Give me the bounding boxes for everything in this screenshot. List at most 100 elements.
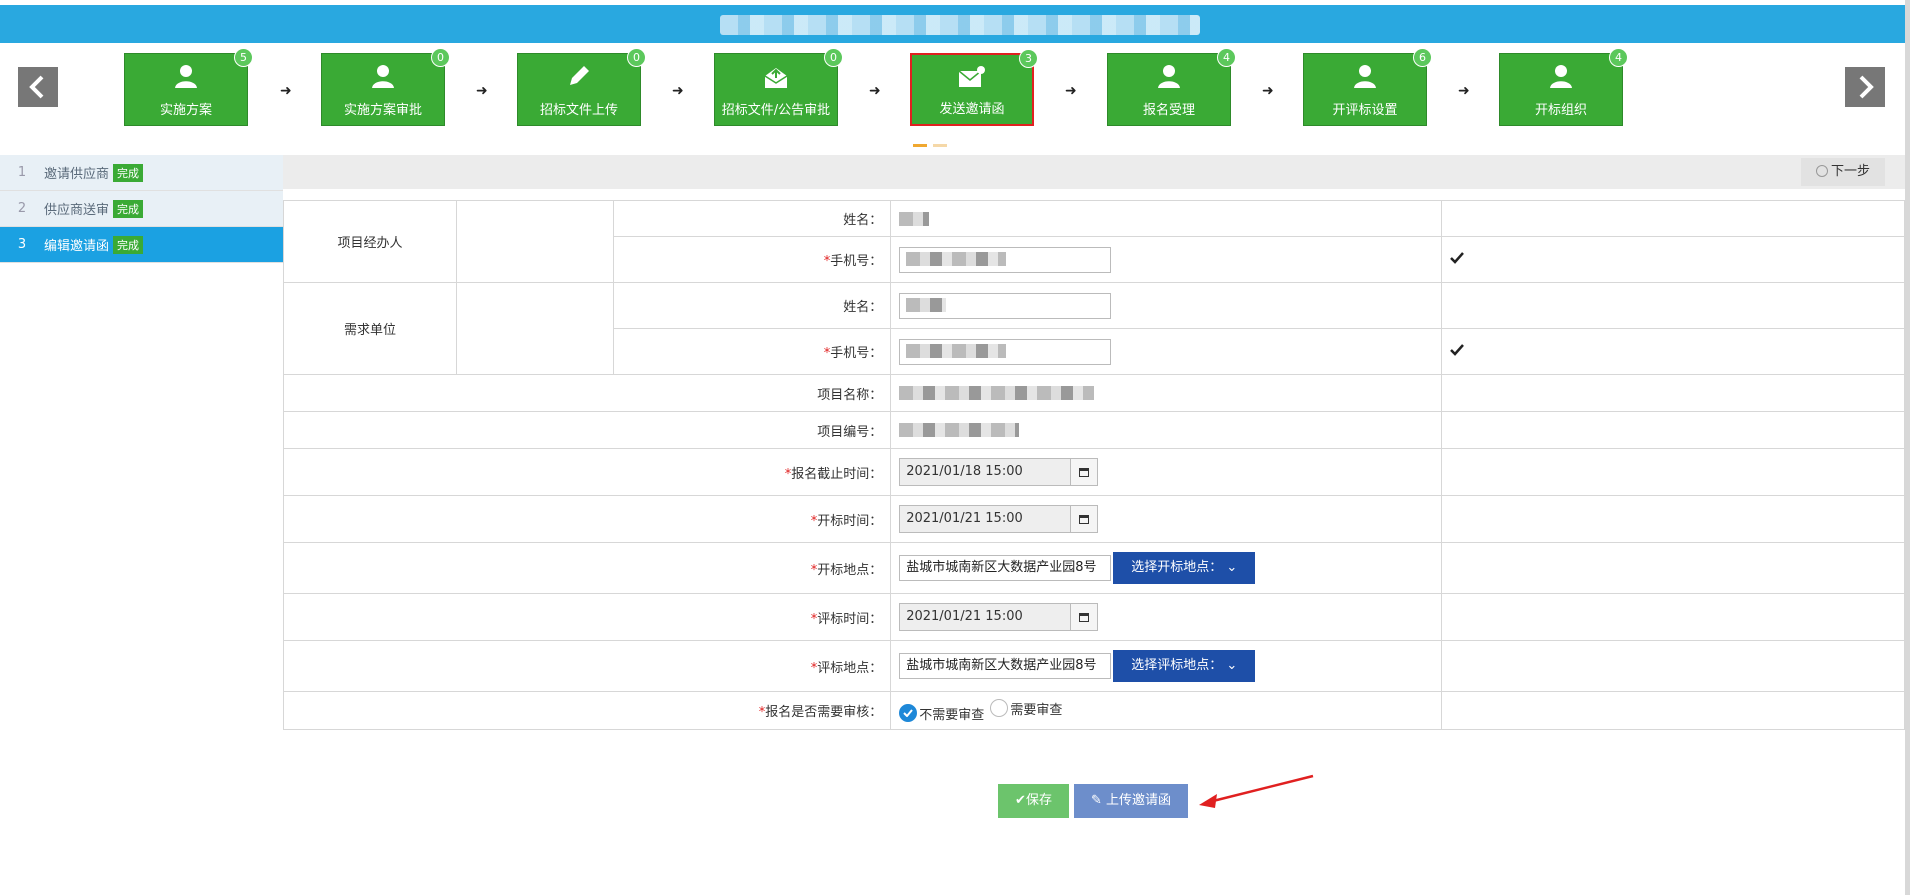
- project-no-value: [899, 423, 1020, 437]
- open-time-picker[interactable]: 2021/01/21 15:00: [899, 505, 1099, 533]
- check-icon: [1449, 343, 1464, 356]
- select-eval-place-label: 选择评标地点：: [1131, 658, 1223, 673]
- mail-upload-icon: [764, 68, 788, 88]
- calendar-icon[interactable]: [1070, 604, 1098, 630]
- upload-invitation-button[interactable]: ✎ 上传邀请函: [1074, 784, 1188, 818]
- eval-place-input[interactable]: 盐城市城南新区大数据产业园8号: [899, 653, 1112, 679]
- save-button[interactable]: ✔保存: [998, 784, 1069, 818]
- step-label: 实施方案: [159, 103, 212, 118]
- user-icon: [1354, 65, 1376, 88]
- check-icon: [1449, 251, 1464, 264]
- radio-no-review[interactable]: 不需要审查: [899, 704, 984, 723]
- step-label: 发送邀请函: [939, 102, 1005, 117]
- arrow-right-icon: ➜: [672, 83, 684, 99]
- step-number: 3: [17, 237, 27, 252]
- step-badge: 4: [1217, 48, 1236, 67]
- next-step-label: 下一步: [1830, 164, 1870, 179]
- workflow-step-4[interactable]: 招标文件/公告审批 0: [714, 48, 843, 126]
- step-label: 招标文件上传: [539, 103, 618, 118]
- project-name-value: [899, 386, 1095, 400]
- select-open-place-button[interactable]: 选择开标地点： ⌄: [1113, 552, 1256, 584]
- manager-phone-label: *手机号：: [613, 236, 892, 283]
- group-spacer: [455, 200, 615, 283]
- step-badge: 6: [1413, 48, 1432, 67]
- step-badge: 5: [234, 48, 253, 67]
- next-step-button[interactable]: 下一步: [1801, 158, 1885, 186]
- workflow-bar: 实施方案 5 ➜ 实施方案审批 0 ➜ 招标文件上传 0 ➜ 招标文件/公告审批…: [0, 43, 1905, 147]
- eval-time-picker[interactable]: 2021/01/21 15:00: [899, 603, 1099, 631]
- calendar-icon[interactable]: [1070, 459, 1098, 485]
- open-time-label: *开标时间：: [282, 495, 892, 543]
- mail-send-icon: [958, 66, 985, 87]
- sidebar-item-edit-invitation[interactable]: 3 编辑邀请函 完成: [0, 227, 283, 263]
- sidebar-item-label: 供应商送审: [44, 203, 110, 218]
- project-no-label: 项目编号：: [282, 411, 892, 449]
- arrow-right-icon: ➜: [476, 83, 488, 99]
- open-place-input[interactable]: 盐城市城南新区大数据产业园8号: [899, 555, 1112, 581]
- arrow-circle-icon: [1815, 164, 1828, 177]
- step-label: 实施方案审批: [343, 103, 422, 118]
- radio-unchecked-icon: [990, 699, 1009, 717]
- annotation-arrow: [1199, 774, 1314, 808]
- signup-deadline-label: *报名截止时间：: [282, 448, 892, 496]
- arrow-right-icon: ➜: [869, 83, 881, 99]
- step-label: 报名受理: [1142, 103, 1195, 118]
- workflow-step-5[interactable]: 发送邀请函 3: [910, 49, 1038, 126]
- signup-deadline-input[interactable]: 2021/01/18 15:00: [900, 459, 1071, 485]
- select-eval-place-button[interactable]: 选择评标地点： ⌄: [1113, 650, 1256, 682]
- workflow-step-3[interactable]: 招标文件上传 0: [517, 48, 646, 126]
- step-badge: 4: [1609, 48, 1628, 67]
- scrollbar[interactable]: [1905, 0, 1910, 895]
- dept-phone-input[interactable]: [899, 338, 1112, 365]
- arrow-right-icon: ➜: [280, 83, 292, 99]
- status-badge: 完成: [113, 163, 144, 182]
- project-name-label: 项目名称：: [282, 374, 892, 412]
- arrow-right-icon: ➜: [1262, 83, 1274, 99]
- workflow-step-6[interactable]: 报名受理 4: [1107, 48, 1236, 126]
- check-icon: ✔: [1015, 793, 1026, 808]
- open-time-input[interactable]: 2021/01/21 15:00: [900, 506, 1071, 532]
- signup-deadline-picker[interactable]: 2021/01/18 15:00: [899, 458, 1099, 486]
- manager-phone-input[interactable]: [899, 246, 1112, 273]
- arrow-right-icon: ➜: [1065, 83, 1077, 99]
- top-banner: [0, 5, 1905, 43]
- workflow-prev-button[interactable]: [18, 67, 58, 107]
- chevron-left-icon: [29, 75, 44, 99]
- group-spacer: [455, 282, 615, 375]
- workflow-step-7[interactable]: 开评标设置 6: [1303, 48, 1432, 126]
- workflow-next-button[interactable]: [1845, 67, 1885, 107]
- group-manager: 项目经办人: [283, 200, 457, 283]
- arrow-right-icon: ➜: [1458, 83, 1470, 99]
- edit-icon: ✎: [1090, 793, 1102, 808]
- step-label: 开评标设置: [1332, 103, 1398, 118]
- eval-time-input[interactable]: 2021/01/21 15:00: [900, 604, 1071, 630]
- dept-phone-label: *手机号：: [613, 328, 892, 375]
- user-icon: [175, 65, 197, 88]
- chevron-down-icon: ⌄: [1226, 658, 1238, 673]
- radio-need-review[interactable]: 需要审查: [990, 699, 1062, 718]
- status-badge: 完成: [113, 235, 144, 254]
- user-icon: [1550, 65, 1572, 88]
- eval-time-label: *评标时间：: [282, 593, 892, 641]
- step-label: 开标组织: [1534, 103, 1587, 118]
- workflow-step-1[interactable]: 实施方案 5: [124, 48, 253, 126]
- radio-checked-icon: [899, 704, 918, 722]
- eval-place-label: *评标地点：: [282, 640, 892, 692]
- dept-name-input[interactable]: [899, 292, 1112, 319]
- pencil-icon: [570, 66, 589, 85]
- save-label: 保存: [1025, 793, 1052, 808]
- step-badge: 0: [824, 48, 843, 67]
- chevron-right-icon: [1859, 75, 1874, 99]
- dept-name-label: 姓名：: [613, 282, 892, 329]
- sidebar: 1 邀请供应商 完成 2 供应商送审 完成 3 编辑邀请函 完成: [0, 155, 283, 263]
- sidebar-item-label: 邀请供应商: [44, 167, 110, 182]
- calendar-icon[interactable]: [1070, 506, 1098, 532]
- upload-label: 上传邀请函: [1106, 793, 1172, 808]
- sidebar-item-invite-supplier[interactable]: 1 邀请供应商 完成: [0, 155, 283, 191]
- workflow-step-2[interactable]: 实施方案审批 0: [321, 48, 450, 126]
- workflow-step-8[interactable]: 开标组织 4: [1499, 48, 1628, 126]
- step-number: 2: [17, 201, 27, 216]
- open-place-label: *开标地点：: [282, 542, 892, 594]
- user-icon: [1158, 65, 1180, 88]
- sidebar-item-supplier-review[interactable]: 2 供应商送审 完成: [0, 191, 283, 227]
